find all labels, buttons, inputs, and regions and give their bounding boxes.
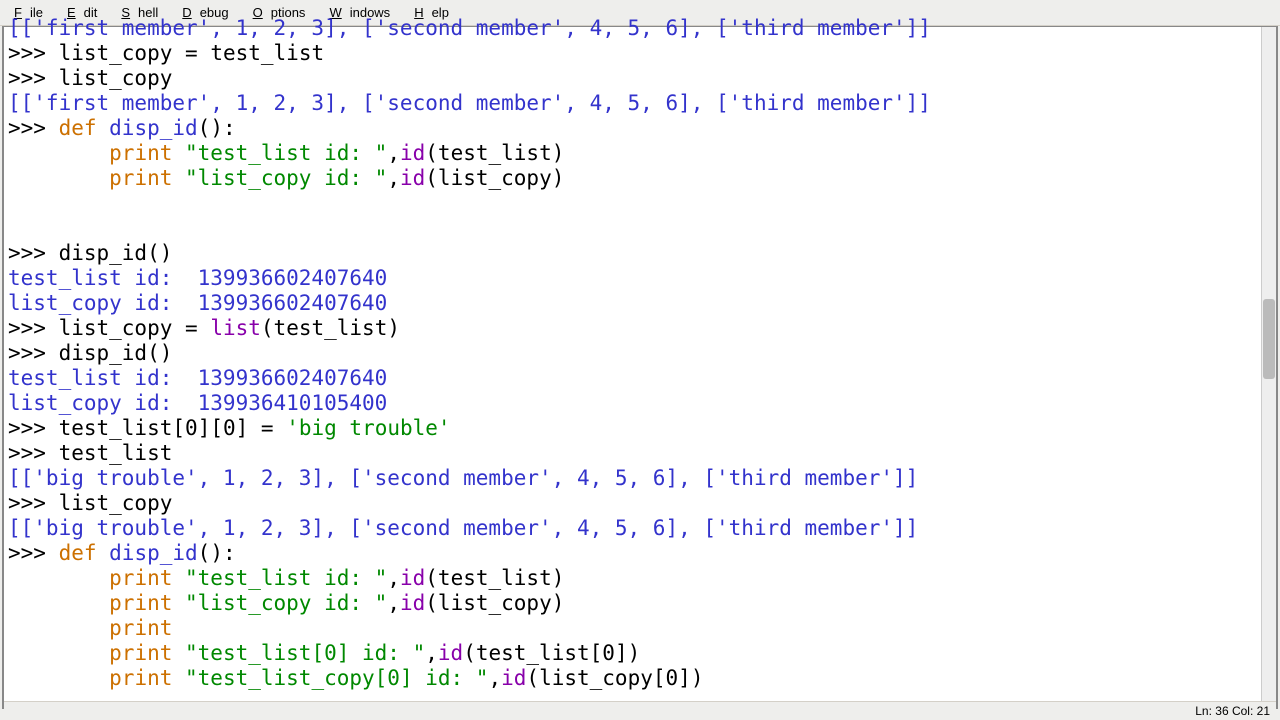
shell-text-area[interactable]: [['first member', 1, 2, 3], ['second mem… [4,14,1262,707]
status-line: Ln: 36 [1195,704,1228,718]
scrollbar-thumb[interactable] [1263,299,1275,379]
vertical-scrollbar[interactable] [1261,27,1276,707]
status-column: Col: 21 [1232,704,1270,718]
status-bar: Ln: 36 Col: 21 [4,701,1276,720]
editor-frame: [['first member', 1, 2, 3], ['second mem… [2,26,1278,709]
